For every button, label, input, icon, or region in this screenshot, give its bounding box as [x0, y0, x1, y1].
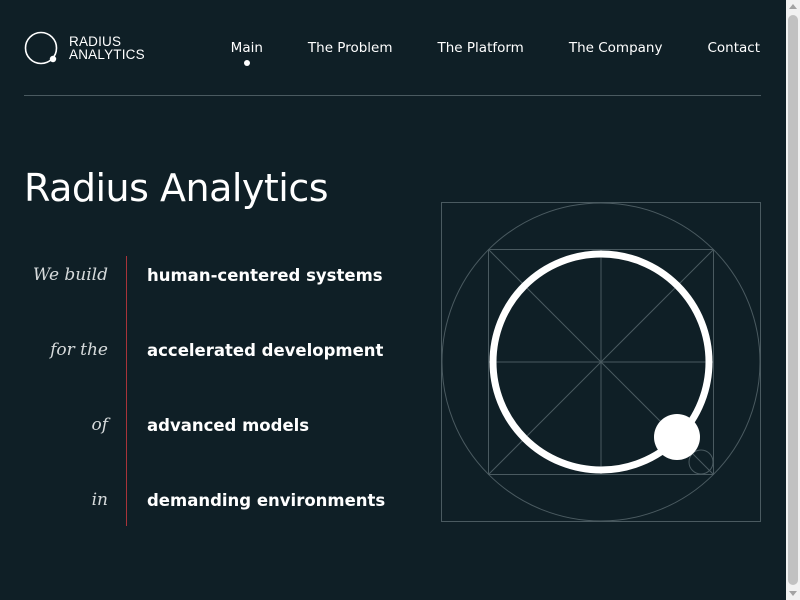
brand-name: RADIUS ANALYTICS: [69, 35, 145, 62]
nav-item-contact[interactable]: Contact: [707, 40, 760, 56]
statement-main: accelerated development: [147, 341, 384, 360]
nav-item-label: The Platform: [437, 40, 524, 56]
statement-main: advanced models: [147, 416, 310, 435]
statement-lead: of: [91, 415, 108, 435]
statement-row: We build human-centered systems: [24, 256, 404, 296]
nav-item-the-platform[interactable]: The Platform: [438, 40, 524, 56]
radius-geometry-illustration: [441, 202, 761, 522]
ring-logo-icon: [24, 31, 58, 65]
nav-item-label: Main: [230, 40, 263, 56]
hero-title: Radius Analytics: [24, 166, 329, 210]
main-nav: Main The Problem The Platform The Compan…: [230, 40, 760, 66]
statement-row: of advanced models: [24, 406, 404, 446]
statement-main: human-centered systems: [147, 266, 383, 285]
orbit-dot: [654, 414, 700, 460]
vertical-scrollbar[interactable]: [786, 0, 800, 600]
page: RADIUS ANALYTICS Main The Problem The Pl…: [0, 0, 786, 600]
geometry-svg: [441, 202, 761, 522]
statement-row: for the accelerated development: [24, 331, 404, 371]
scrollbar-thumb[interactable]: [788, 15, 798, 585]
active-indicator-dot: [243, 60, 250, 66]
statement-main: demanding environments: [147, 491, 386, 510]
brand-logo[interactable]: RADIUS ANALYTICS: [24, 31, 145, 65]
scroll-up-arrow-icon[interactable]: [789, 4, 797, 9]
statement-lead: We build: [32, 265, 108, 285]
statement-lead: for the: [50, 340, 108, 360]
brand-name-line2: ANALYTICS: [69, 47, 145, 62]
nav-item-the-company[interactable]: The Company: [569, 40, 663, 56]
nav-item-label: The Company: [568, 40, 663, 56]
scroll-down-arrow-icon[interactable]: [789, 591, 797, 596]
nav-item-main[interactable]: Main: [230, 40, 263, 66]
statement-row: in demanding environments: [24, 481, 404, 521]
nav-item-label: Contact: [707, 40, 760, 56]
nav-item-the-problem[interactable]: The Problem: [308, 40, 393, 56]
statement-lead: in: [91, 490, 108, 510]
header-divider: [24, 95, 761, 96]
nav-item-label: The Problem: [307, 40, 393, 56]
